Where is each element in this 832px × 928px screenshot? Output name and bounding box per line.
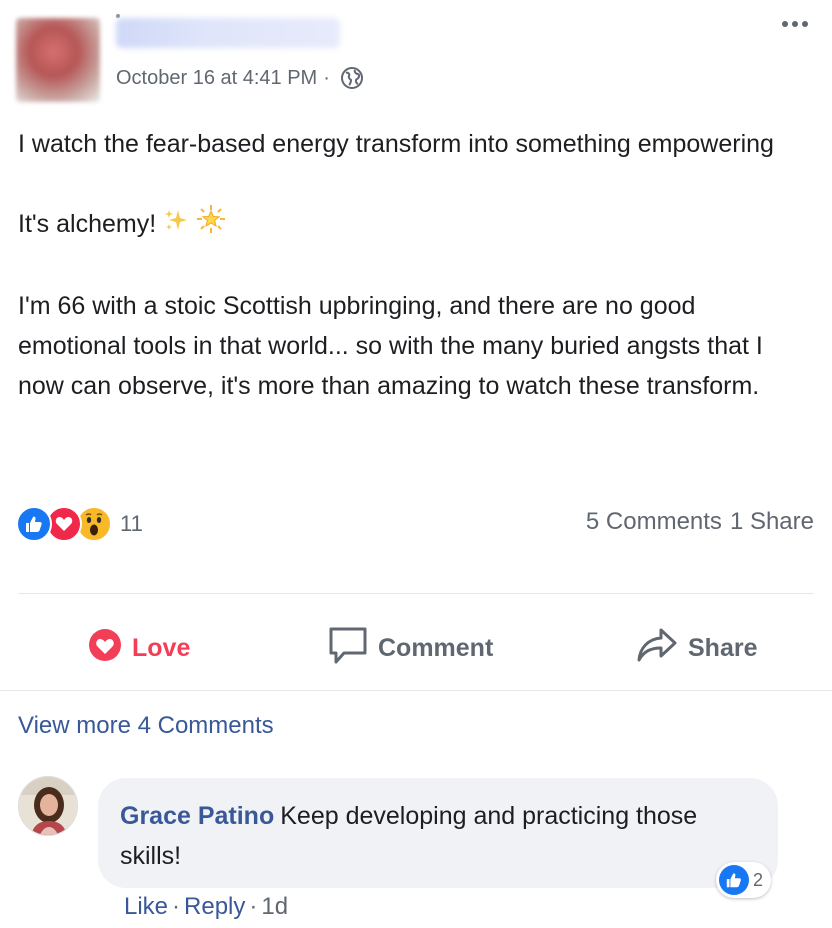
comments-count[interactable]: 5 Comments	[586, 508, 722, 536]
share-arrow-icon	[636, 626, 678, 671]
shares-count[interactable]: 1 Share	[730, 508, 814, 536]
post-paragraph-text: It's alchemy!	[18, 210, 157, 238]
comment-like-link[interactable]: Like	[124, 893, 168, 921]
comment-actions-separator: ·	[249, 893, 258, 920]
share-button[interactable]: Share	[636, 620, 757, 676]
more-options-icon[interactable]	[782, 16, 812, 32]
author-avatar[interactable]	[16, 18, 100, 102]
facebook-post: October 16 at 4:41 PM · I watch the fear…	[0, 0, 832, 928]
comment-age[interactable]: 1d	[261, 893, 288, 921]
heart-icon	[88, 628, 122, 669]
share-button-label: Share	[688, 633, 758, 662]
divider	[18, 593, 814, 594]
post-paragraph: I'm 66 with a stoic Scottish upbringing,…	[18, 292, 763, 401]
commenter-avatar[interactable]	[18, 776, 78, 836]
love-button[interactable]: Love	[88, 620, 190, 676]
love-button-label: Love	[132, 633, 191, 662]
post-paragraph: I watch the fear-based energy transform …	[18, 130, 774, 158]
like-reaction-icon	[16, 506, 52, 542]
divider	[0, 690, 832, 691]
comment-like-count: 2	[753, 869, 764, 890]
view-more-comments-link[interactable]: View more 4 Comments	[18, 712, 274, 740]
comment-icon	[328, 625, 368, 672]
glowing-star-icon	[196, 204, 226, 246]
post-timestamp[interactable]: October 16 at 4:41 PM	[116, 67, 317, 90]
comment-reply-link[interactable]: Reply	[184, 893, 245, 921]
comment-button[interactable]: Comment	[328, 620, 493, 676]
globe-icon[interactable]	[340, 66, 364, 90]
comment-bubble: Grace Patino Keep developing and practici…	[98, 778, 778, 888]
comment-author[interactable]: Grace Patino	[120, 802, 274, 830]
post-meta: October 16 at 4:41 PM ·	[116, 66, 364, 90]
post-stats: 5 Comments 1 Share	[586, 508, 814, 536]
like-reaction-icon	[719, 865, 749, 895]
reactions-summary[interactable]: 11	[16, 504, 143, 544]
reaction-count[interactable]: 11	[120, 511, 143, 537]
sparkles-icon	[163, 205, 189, 245]
comment-reaction-count[interactable]: 2	[716, 862, 772, 898]
post-paragraph-with-emoji: It's alchemy!	[18, 204, 808, 246]
post-body: I watch the fear-based energy transform …	[18, 124, 808, 406]
meta-separator: ·	[323, 66, 330, 89]
comment-actions-separator: ·	[172, 893, 181, 920]
comment-button-label: Comment	[378, 633, 494, 662]
comment-actions: Like · Reply · 1d	[124, 893, 288, 921]
author-name[interactable]	[116, 18, 340, 48]
